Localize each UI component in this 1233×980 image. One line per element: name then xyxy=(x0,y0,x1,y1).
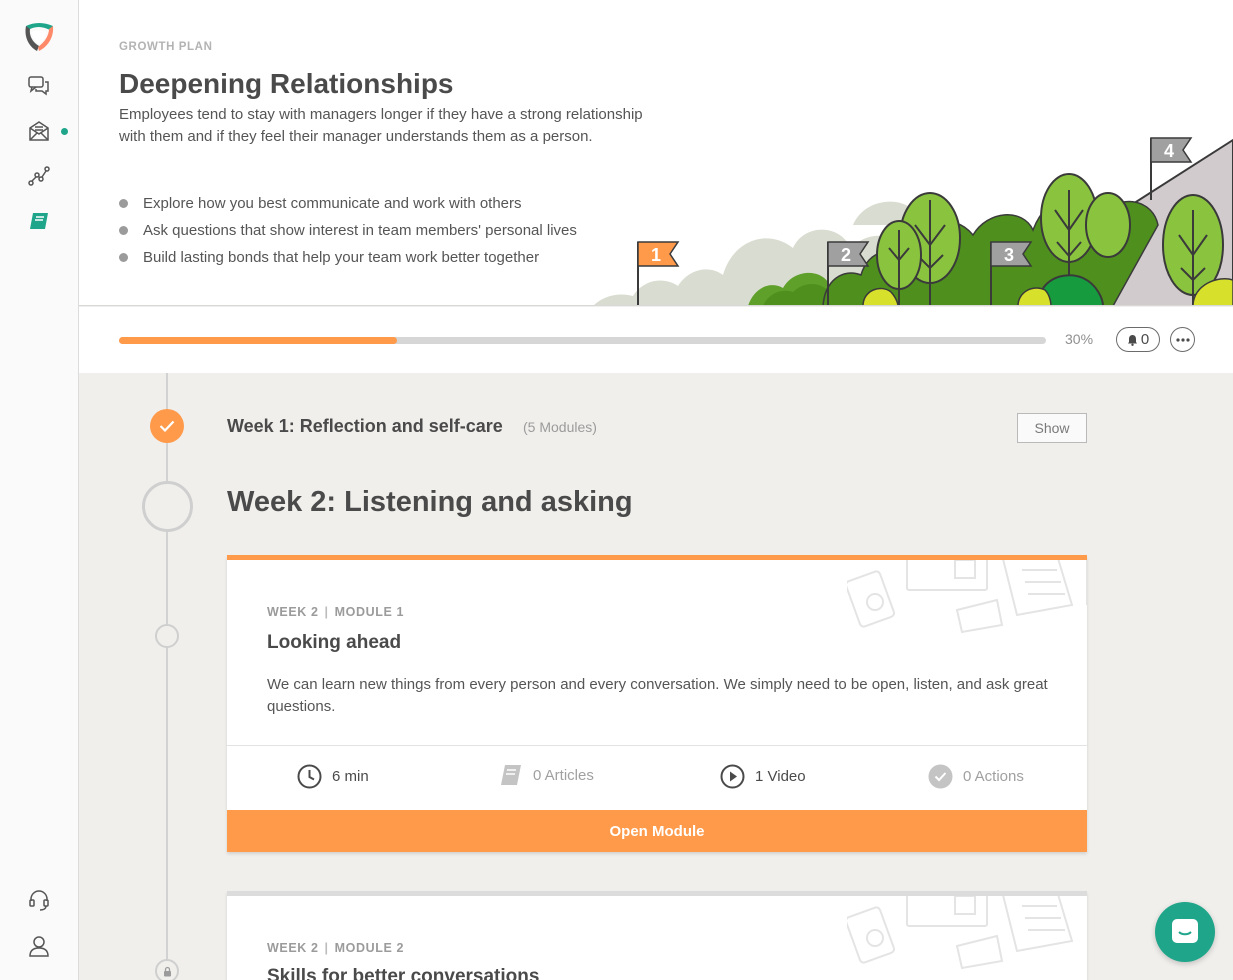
growth-hill-illustration: 1 2 3 4 xyxy=(594,137,1233,305)
plan-description: Employees tend to stay with managers lon… xyxy=(119,106,643,145)
clock-icon xyxy=(297,764,322,789)
module-breadcrumb: WEEK 2 | MODULE 1 xyxy=(267,605,405,619)
module-card: WEEK 2 | MODULE 1 Looking ahead We can lea… xyxy=(227,555,1087,852)
goal-item: Explore how you best communicate and wor… xyxy=(119,190,577,217)
card-decoration xyxy=(847,560,1087,634)
plan-eyebrow: GROWTH PLAN xyxy=(119,41,213,53)
open-module-button[interactable]: Open Module xyxy=(227,810,1087,852)
actions-stat: 0 Actions xyxy=(928,764,1024,789)
flag-4-label: 4 xyxy=(1164,141,1174,161)
week-1-module-count: (5 Modules) xyxy=(523,419,597,435)
growth-book-icon[interactable] xyxy=(25,207,53,235)
conversations-icon[interactable] xyxy=(25,72,53,100)
goal-item: Ask questions that show interest in team… xyxy=(119,217,577,244)
insights-icon[interactable] xyxy=(25,162,53,190)
support-headset-icon[interactable] xyxy=(25,886,53,914)
progress-track xyxy=(119,337,1046,344)
week-1-show-button[interactable]: Show xyxy=(1017,413,1087,443)
module-1-status-icon xyxy=(155,624,179,648)
flag-3-label: 3 xyxy=(1004,245,1014,265)
play-icon xyxy=(720,764,745,789)
chat-launcher-button[interactable] xyxy=(1155,902,1215,962)
inbox-icon[interactable] xyxy=(25,117,53,145)
module-card: WEEK 2 | MODULE 2 Skills for better conver… xyxy=(227,891,1087,980)
plan-title: Deepening Relationships xyxy=(119,68,454,99)
timeline-line xyxy=(166,373,168,980)
week-2-status-icon xyxy=(142,481,193,532)
bell-icon xyxy=(1127,334,1137,346)
sidebar xyxy=(0,0,79,980)
ellipsis-icon xyxy=(1175,337,1190,342)
week-1-title: Week 1: Reflection and self-care xyxy=(227,416,503,436)
articles-stat: 0 Articles xyxy=(499,764,594,786)
goal-item: Build lasting bonds that help your team … xyxy=(119,244,577,271)
week-1-complete-icon xyxy=(150,409,184,443)
plan-progress: 30% 0 xyxy=(79,307,1233,373)
profile-icon[interactable] xyxy=(25,932,53,960)
notification-dot xyxy=(61,128,68,135)
check-circle-icon xyxy=(928,764,953,789)
module-title: Skills for better conversations xyxy=(267,966,540,980)
progress-percent: 30% xyxy=(1065,331,1094,347)
flag-1-label: 1 xyxy=(651,245,661,265)
videos-stat: 1 Video xyxy=(720,764,806,789)
chat-icon xyxy=(1172,919,1198,943)
week-2-title: Week 2: Listening and asking xyxy=(227,486,633,518)
lock-icon xyxy=(155,959,179,980)
plan-header: GROWTH PLAN Deepening Relationships Empl… xyxy=(79,0,1233,306)
reminders-button[interactable]: 0 xyxy=(1116,327,1160,352)
duration-stat: 6 min xyxy=(297,764,369,789)
module-breadcrumb: WEEK 2 | MODULE 2 xyxy=(267,941,405,955)
module-description: We can learn new things from every perso… xyxy=(267,676,1048,715)
article-icon xyxy=(501,765,521,785)
app-logo[interactable] xyxy=(22,20,56,54)
module-stats: 6 min 0 Articles 1 Video 0 Actions xyxy=(227,745,1087,810)
reminders-count: 0 xyxy=(1140,331,1150,348)
plan-goals: Explore how you best communicate and wor… xyxy=(119,190,577,271)
progress-fill xyxy=(119,337,398,344)
flag-2-label: 2 xyxy=(841,245,851,265)
more-options-button[interactable] xyxy=(1170,327,1195,352)
card-decoration xyxy=(847,896,1074,970)
module-title: Looking ahead xyxy=(267,632,402,653)
